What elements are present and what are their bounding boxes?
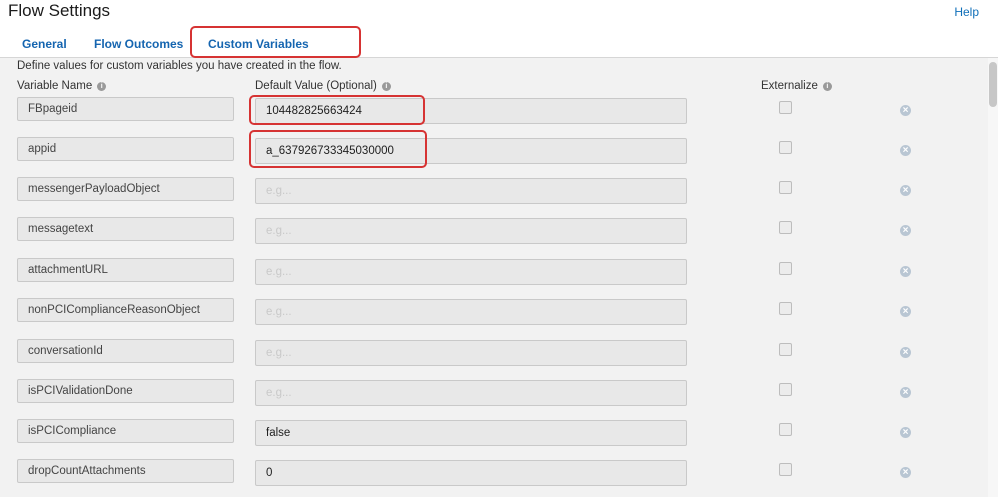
remove-circle-icon[interactable]: ×	[900, 225, 911, 236]
variable-name-field: attachmentURL	[17, 258, 234, 282]
variable-name-field: dropCountAttachments	[17, 459, 234, 483]
column-header-variable-name: Variable Name i	[17, 80, 107, 92]
externalize-checkbox[interactable]	[779, 141, 792, 154]
variable-name-field: isPCIValidationDone	[17, 379, 234, 403]
column-header-label: Default Value (Optional)	[255, 80, 377, 92]
column-header-label: Variable Name	[17, 80, 93, 92]
externalize-checkbox[interactable]	[779, 383, 792, 396]
externalize-checkbox[interactable]	[779, 101, 792, 114]
highlight-box	[249, 130, 427, 168]
externalize-checkbox[interactable]	[779, 423, 792, 436]
variable-name-field: nonPCIComplianceReasonObject	[17, 298, 234, 322]
tab-general[interactable]: General	[22, 37, 67, 51]
remove-circle-icon[interactable]: ×	[900, 306, 911, 317]
default-value-input[interactable]	[255, 218, 687, 244]
default-value-input[interactable]	[255, 259, 687, 285]
panel-description: Define values for custom variables you h…	[17, 60, 342, 72]
info-icon[interactable]: i	[97, 82, 107, 91]
highlight-box	[249, 95, 425, 125]
page-title: Flow Settings	[8, 1, 111, 20]
variable-name-field: appid	[17, 137, 234, 161]
variable-name-field: messagetext	[17, 217, 234, 241]
help-link[interactable]: Help	[954, 5, 979, 19]
variable-name-field: isPCICompliance	[17, 419, 234, 443]
default-value-input[interactable]	[255, 340, 687, 366]
default-value-input[interactable]	[255, 299, 687, 325]
column-header-default-value: Default Value (Optional) i	[255, 80, 391, 92]
variable-name-field: FBpageid	[17, 97, 234, 121]
remove-circle-icon[interactable]: ×	[900, 185, 911, 196]
scrollbar-thumb[interactable]	[989, 62, 997, 107]
remove-circle-icon[interactable]: ×	[900, 105, 911, 116]
highlight-box	[190, 26, 361, 58]
variable-name-field: conversationId	[17, 339, 234, 363]
externalize-checkbox[interactable]	[779, 463, 792, 476]
variable-name-field: messengerPayloadObject	[17, 177, 234, 201]
default-value-input[interactable]	[255, 460, 687, 486]
column-header-label: Externalize	[761, 80, 818, 92]
externalize-checkbox[interactable]	[779, 181, 792, 194]
default-value-input[interactable]	[255, 380, 687, 406]
remove-circle-icon[interactable]: ×	[900, 347, 911, 358]
externalize-checkbox[interactable]	[779, 262, 792, 275]
tab-flow-outcomes[interactable]: Flow Outcomes	[94, 37, 183, 51]
remove-circle-icon[interactable]: ×	[900, 427, 911, 438]
remove-circle-icon[interactable]: ×	[900, 145, 911, 156]
externalize-checkbox[interactable]	[779, 343, 792, 356]
externalize-checkbox[interactable]	[779, 302, 792, 315]
remove-circle-icon[interactable]: ×	[900, 467, 911, 478]
info-icon[interactable]: i	[822, 82, 832, 91]
default-value-input[interactable]	[255, 420, 687, 446]
default-value-input[interactable]	[255, 178, 687, 204]
remove-circle-icon[interactable]: ×	[900, 266, 911, 277]
column-header-externalize: Externalize i	[761, 80, 832, 92]
info-icon[interactable]: i	[381, 82, 391, 91]
scrollbar[interactable]	[988, 58, 998, 497]
remove-circle-icon[interactable]: ×	[900, 387, 911, 398]
externalize-checkbox[interactable]	[779, 221, 792, 234]
